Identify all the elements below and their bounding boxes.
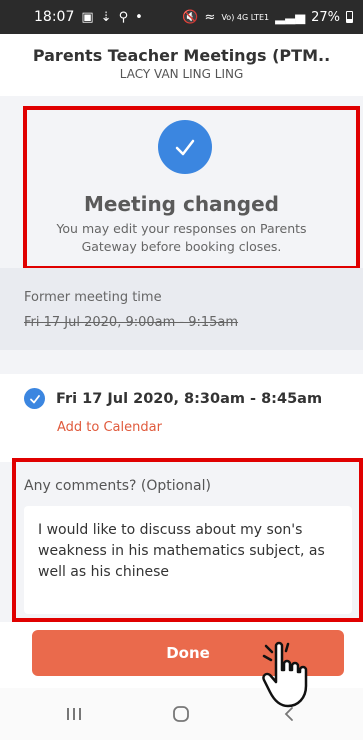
- wifi-icon: ≈: [204, 9, 216, 25]
- former-time-value: Fri 17 Jul 2020, 9:00am - 9:15am: [24, 315, 239, 330]
- home-button[interactable]: [151, 694, 211, 734]
- page-title: Parents Teacher Meetings (PTM..: [32, 46, 331, 65]
- home-icon: [173, 706, 190, 722]
- key-icon: ⚲: [118, 9, 129, 25]
- battery-percent: 27%: [311, 9, 340, 25]
- confirmation-message: You may edit your responses on Parents G…: [56, 221, 307, 254]
- signal-icon: ▂▃▅: [275, 9, 306, 25]
- new-meeting-time: Fri 17 Jul 2020, 8:30am - 8:45am: [24, 388, 322, 409]
- confirmation-title: Meeting changed: [84, 192, 279, 216]
- status-time: 18:07: [34, 9, 75, 25]
- comments-label: Any comments? (Optional): [24, 478, 211, 494]
- recent-apps-button[interactable]: [44, 694, 104, 734]
- confirmation-panel: Meeting changed You may edit your respon…: [0, 96, 363, 268]
- hand-pointer-icon: [262, 641, 308, 708]
- download-icon: ⇣: [100, 9, 112, 25]
- add-to-calendar-link[interactable]: Add to Calendar: [57, 420, 162, 435]
- new-meeting-time-text: Fri 17 Jul 2020, 8:30am - 8:45am: [56, 390, 323, 407]
- dot-icon: •: [135, 9, 143, 25]
- section-divider: [0, 350, 363, 374]
- check-circle-icon: [158, 120, 212, 174]
- selected-check-icon: [24, 388, 45, 409]
- comments-textarea[interactable]: I would like to discuss about my son's w…: [24, 506, 352, 614]
- former-time-panel: Former meeting time Fri 17 Jul 2020, 9:0…: [0, 268, 363, 350]
- student-name: LACY VAN LING LING: [119, 67, 244, 81]
- gallery-icon: ▣: [81, 9, 94, 25]
- comments-panel: Any comments? (Optional) I would like to…: [0, 462, 363, 622]
- status-bar: 18:07 ▣ ⇣ ⚲ • 🔇 ≈ Vo) 4G LTE1 ▂▃▅ 27%: [0, 0, 363, 34]
- mute-icon: 🔇: [182, 9, 199, 25]
- recent-apps-icon: [66, 708, 81, 720]
- battery-icon: [346, 11, 353, 23]
- network-type: Vo) 4G LTE1: [221, 12, 270, 22]
- former-time-label: Former meeting time: [24, 290, 162, 305]
- page-header: Parents Teacher Meetings (PTM.. LACY VAN…: [0, 34, 363, 96]
